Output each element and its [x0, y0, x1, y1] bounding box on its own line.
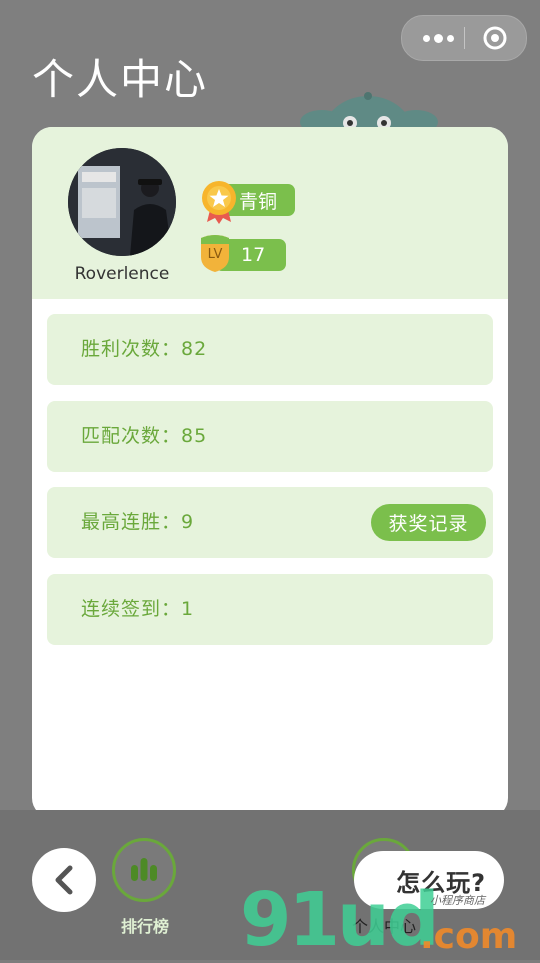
back-button[interactable] — [32, 848, 96, 912]
leaderboard-label[interactable]: 排行榜 — [100, 913, 190, 937]
medal-icon — [202, 181, 236, 224]
profile-card: Roverlence 青铜 17 LV 胜利次数：82 匹配次数：85 最高连胜… — [32, 127, 508, 818]
stat-matches-label: 匹配次数：85 — [81, 425, 208, 447]
stat-wins-label: 胜利次数：82 — [81, 338, 208, 360]
rank-label: 青铜 — [239, 190, 278, 213]
stat-wins: 胜利次数：82 — [47, 314, 493, 385]
username: Roverlence — [74, 264, 170, 284]
page-title: 个人中心 — [32, 55, 209, 104]
miniprogram-capsule — [401, 15, 527, 61]
leaderboard-button[interactable] — [112, 838, 176, 902]
bar-chart-icon — [131, 858, 157, 881]
watermark-domain: .com — [420, 916, 518, 957]
level-shield-icon: LV — [198, 233, 232, 273]
more-icon[interactable] — [418, 22, 458, 54]
stat-checkin-label: 连续签到：1 — [81, 598, 195, 620]
stat-checkin: 连续签到：1 — [47, 574, 493, 645]
target-icon[interactable] — [482, 25, 508, 51]
award-record-button[interactable]: 获奖记录 — [371, 504, 486, 541]
stat-max-streak-label: 最高连胜：9 — [81, 511, 195, 533]
watermark-logo: 91ud — [240, 877, 440, 963]
back-chevron-icon — [55, 865, 73, 895]
avatar-photo — [68, 148, 176, 256]
stat-matches: 匹配次数：85 — [47, 401, 493, 472]
capsule-divider — [464, 27, 465, 49]
stat-max-streak: 最高连胜：9 获奖记录 — [47, 487, 493, 558]
watermark-subtitle: 小程序商店 — [430, 894, 485, 907]
avatar[interactable] — [68, 148, 176, 256]
level-value: 17 — [241, 244, 266, 266]
profile-header: Roverlence 青铜 17 LV — [32, 127, 508, 299]
level-tag: LV — [207, 247, 223, 262]
